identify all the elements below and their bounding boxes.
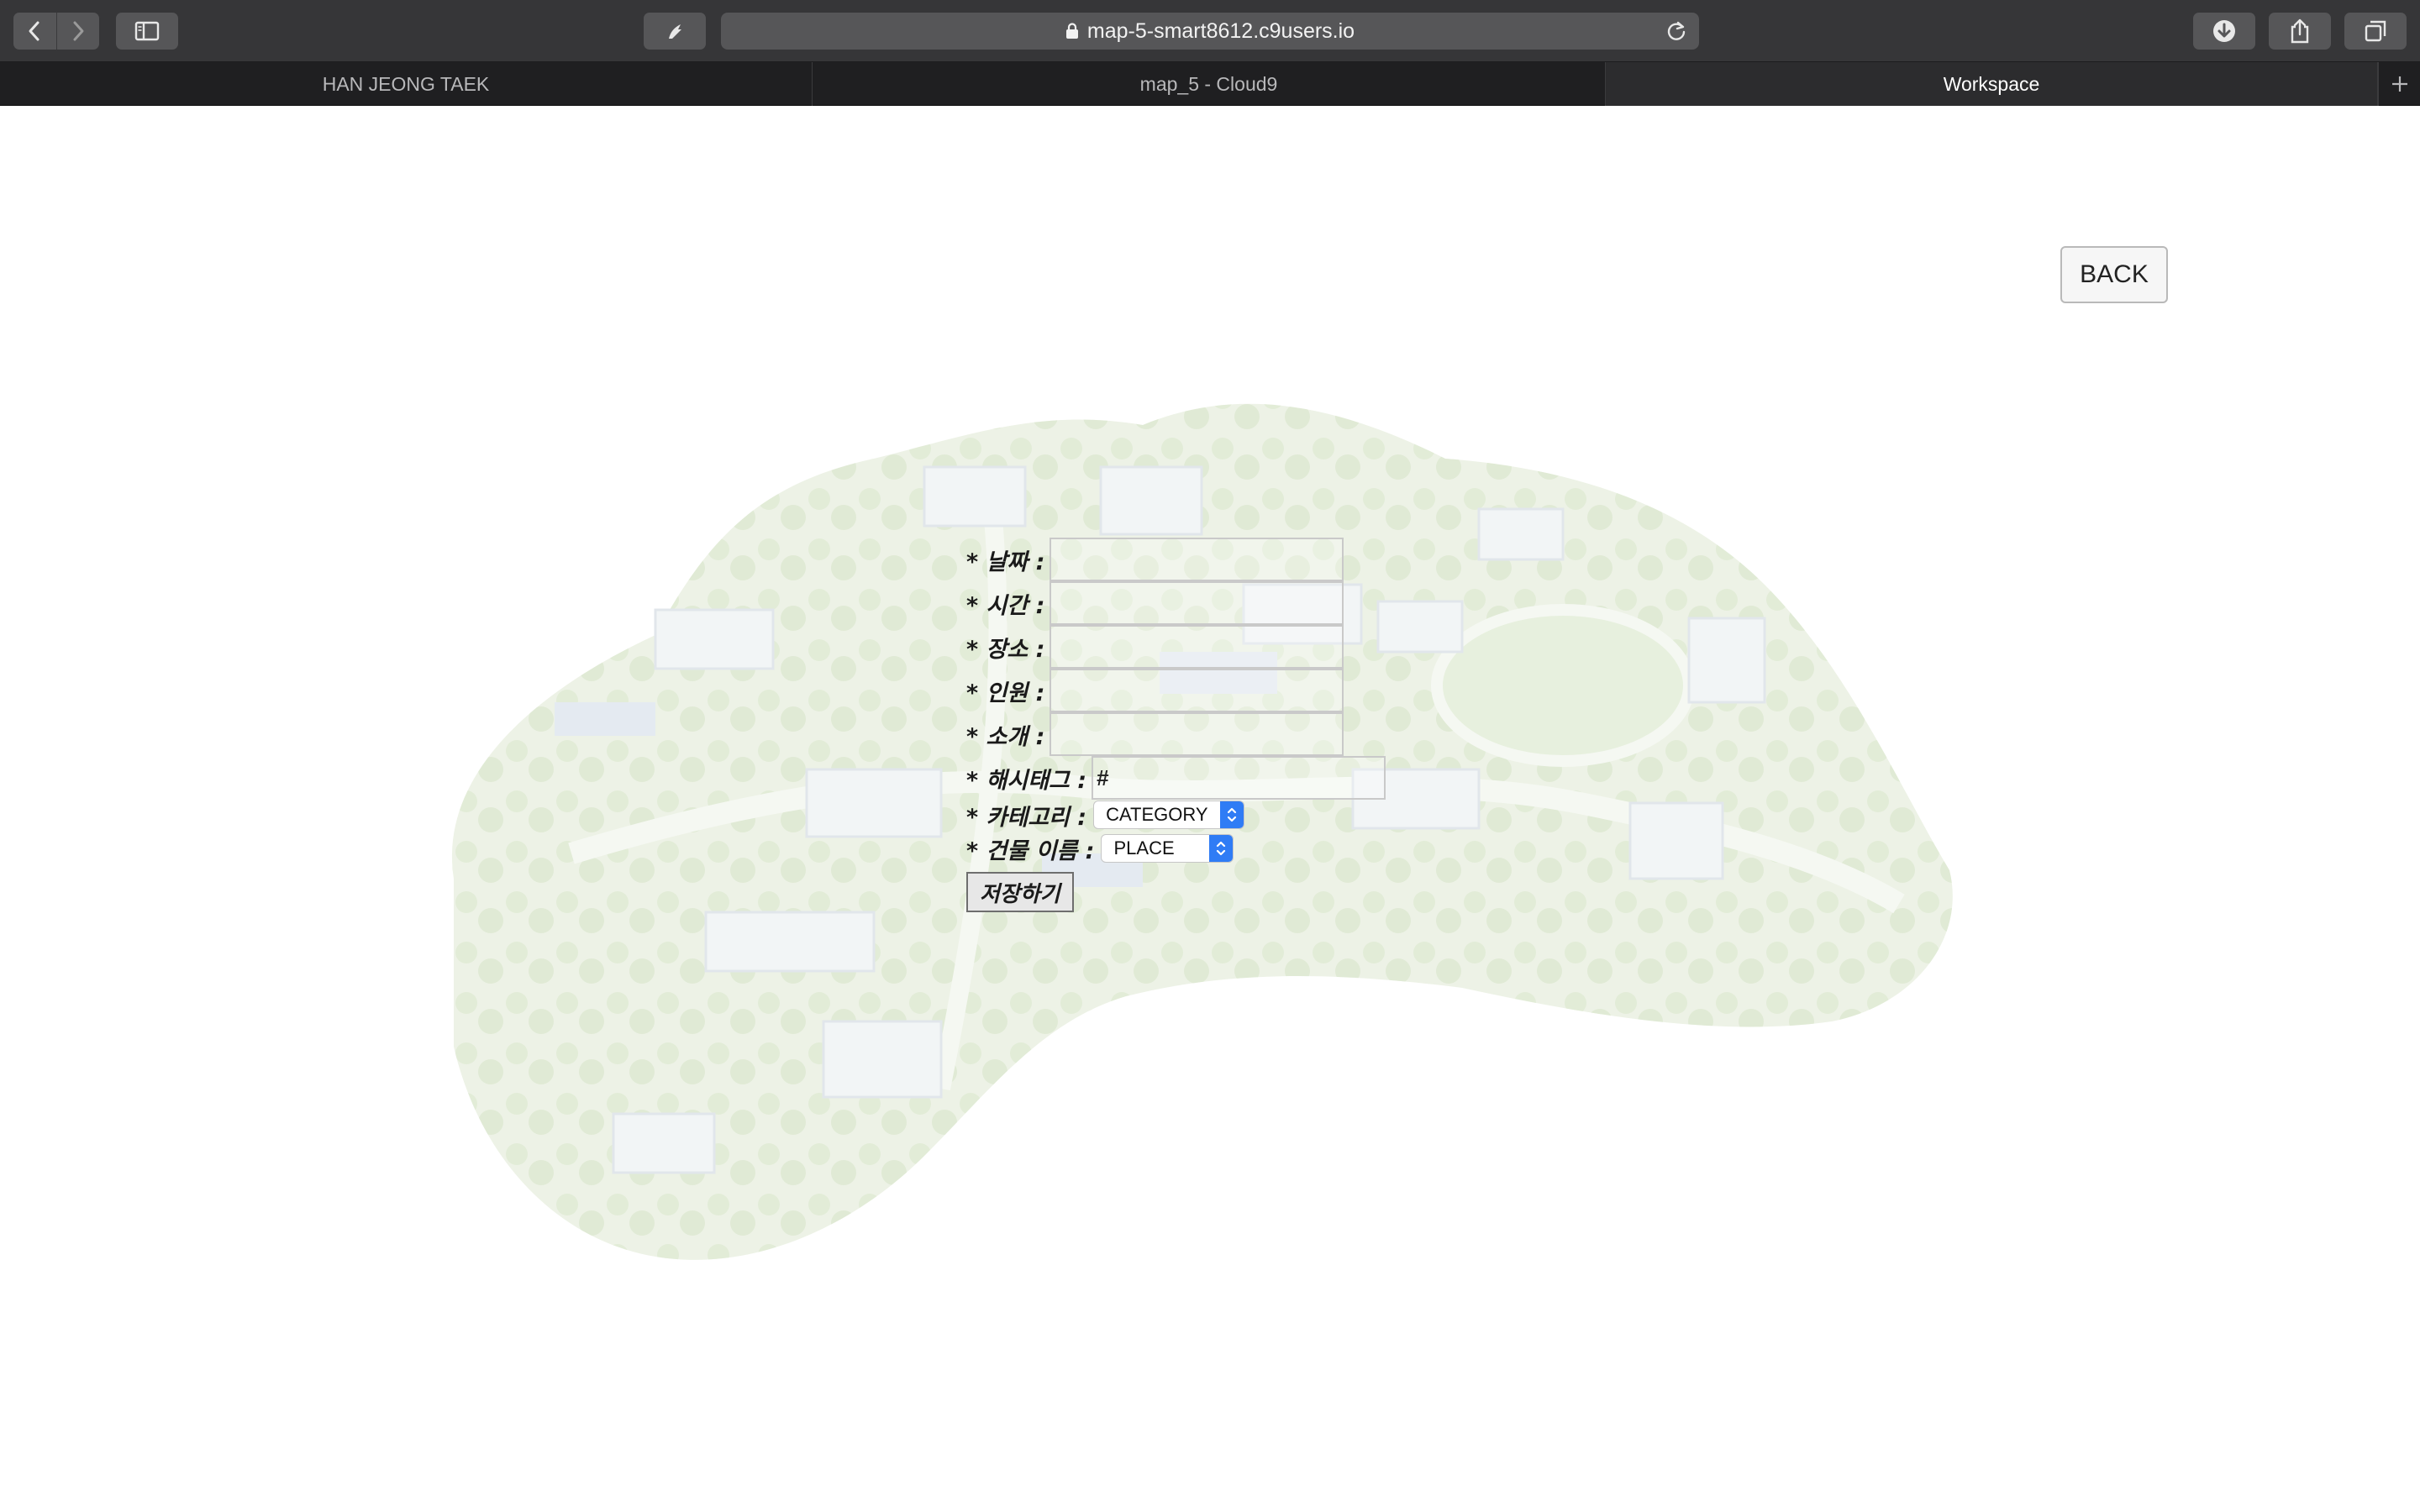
back-nav-button[interactable]: [13, 13, 56, 50]
people-row: * 인원 :: [966, 669, 1344, 712]
category-row: * 카테고리 : CATEGORY: [966, 800, 1245, 831]
tab-workspace[interactable]: Workspace: [1606, 62, 2378, 106]
nav-buttons: [13, 13, 99, 50]
tab-overview-button[interactable]: [2344, 13, 2407, 50]
select-arrows-icon: [1220, 801, 1244, 828]
category-label: * 카테고리 :: [966, 804, 1087, 831]
date-input[interactable]: [1050, 538, 1344, 581]
chevron-right-icon: [73, 21, 84, 41]
date-row: * 날짜 :: [966, 538, 1344, 581]
place-input[interactable]: [1050, 625, 1344, 669]
share-icon: [2291, 18, 2309, 44]
browser-toolbar: map-5-smart8612.c9users.io: [0, 0, 2420, 62]
tab-label: HAN JEONG TAEK: [322, 72, 490, 95]
category-selected-value: CATEGORY: [1106, 804, 1208, 825]
time-input[interactable]: [1050, 581, 1344, 625]
lock-icon: [1065, 23, 1079, 39]
hashtag-row: * 해시태그 : #: [966, 756, 1386, 800]
tab-label: map_5 - Cloud9: [1139, 72, 1278, 95]
intro-label: * 소개 :: [966, 723, 1045, 750]
time-row: * 시간 :: [966, 581, 1344, 625]
save-button[interactable]: 저장하기: [966, 872, 1074, 912]
new-tab-button[interactable]: [2378, 62, 2420, 106]
hashtag-input[interactable]: #: [1092, 756, 1386, 800]
intro-row: * 소개 :: [966, 712, 1344, 756]
building-select[interactable]: PLACE: [1101, 834, 1234, 863]
select-arrows-icon: [1209, 835, 1234, 862]
intro-input[interactable]: [1050, 712, 1344, 756]
tab-han-jeong-taek[interactable]: HAN JEONG TAEK: [0, 62, 813, 106]
plus-icon: [2391, 76, 2407, 92]
place-label: * 장소 :: [966, 636, 1045, 663]
download-icon: [2213, 20, 2235, 42]
tab-overview-icon: [2365, 20, 2386, 42]
extension-button[interactable]: [644, 13, 706, 50]
tab-label: Workspace: [1943, 72, 2040, 95]
save-row: 저장하기: [966, 872, 1074, 912]
tab-bar: HAN JEONG TAEK map_5 - Cloud9 Workspace: [0, 62, 2420, 106]
people-label: * 인원 :: [966, 680, 1045, 706]
date-label: * 날짜 :: [966, 549, 1045, 575]
forward-nav-button[interactable]: [57, 13, 100, 50]
category-select[interactable]: CATEGORY: [1093, 801, 1245, 829]
building-row: * 건물 이름 : PLACE: [966, 833, 1234, 864]
share-button[interactable]: [2269, 13, 2331, 50]
downloads-button[interactable]: [2193, 13, 2255, 50]
sidebar-icon: [134, 21, 160, 41]
back-button[interactable]: BACK: [2060, 246, 2168, 303]
extension-icon: [669, 24, 681, 39]
place-row: * 장소 :: [966, 625, 1344, 669]
building-selected-value: PLACE: [1113, 837, 1175, 858]
people-input[interactable]: [1050, 669, 1344, 712]
time-label: * 시간 :: [966, 592, 1045, 619]
hashtag-label: * 해시태그 :: [966, 767, 1087, 794]
building-label: * 건물 이름 :: [966, 837, 1095, 864]
address-bar[interactable]: map-5-smart8612.c9users.io: [721, 13, 1699, 50]
chevron-left-icon: [29, 21, 39, 41]
page-content: BACK * 날짜 : * 시간 : * 장소 : * 인원 : * 소개 : …: [0, 106, 2420, 1512]
reload-icon[interactable]: [1665, 20, 1687, 48]
sidebar-button[interactable]: [116, 13, 178, 50]
url-text: map-5-smart8612.c9users.io: [1086, 18, 1355, 43]
tab-cloud9[interactable]: map_5 - Cloud9: [813, 62, 1606, 106]
